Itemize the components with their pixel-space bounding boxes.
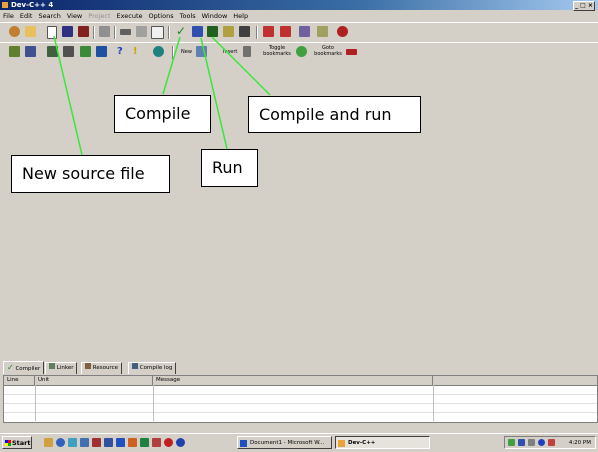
resource-icon (85, 363, 91, 369)
task-devcpp-label: Dev-C++ (348, 440, 376, 446)
compile-and-run-callout: Compile and run (248, 96, 421, 133)
tab-resource[interactable]: Resource (81, 362, 122, 374)
quicklaunch-ie-icon[interactable] (56, 438, 65, 447)
quicklaunch-player-icon[interactable] (176, 438, 185, 447)
compiler-check-icon: ✓ (7, 363, 14, 372)
tab-compiler-label: Compiler (15, 366, 41, 372)
compiler-output-grid[interactable]: Line Unit Message (3, 375, 598, 423)
compile-log-icon (132, 363, 138, 369)
compile-pointer (162, 36, 181, 95)
grid-row (4, 412, 597, 413)
compile-callout: Compile (114, 95, 211, 133)
clock[interactable]: 4:20 PM (569, 437, 591, 449)
new-source-file-callout: New source file (11, 155, 170, 193)
grid-divider (433, 385, 434, 421)
linker-icon (49, 363, 55, 369)
grid-row (4, 394, 597, 395)
word-icon (240, 440, 247, 447)
quicklaunch-powerpoint-icon[interactable] (128, 438, 137, 447)
tab-compiler[interactable]: ✓ Compiler (3, 361, 45, 374)
column-unit[interactable]: Unit (35, 376, 153, 385)
compile-and-run-pointer (211, 36, 271, 96)
new-source-file-pointer (53, 35, 83, 156)
quicklaunch-desktop-icon[interactable] (80, 438, 89, 447)
tray-antivirus-icon[interactable] (518, 439, 525, 446)
tab-resource-label: Resource (92, 365, 118, 371)
grid-divider (35, 385, 36, 421)
windows-flag-icon (5, 440, 11, 446)
tray-network-icon[interactable] (508, 439, 515, 446)
system-tray: 4:20 PM (504, 436, 596, 449)
grid-row (4, 403, 597, 404)
column-message[interactable]: Message (153, 376, 433, 385)
column-line[interactable]: Line (4, 376, 35, 385)
quicklaunch-access-icon[interactable] (152, 438, 161, 447)
grid-divider (153, 385, 154, 421)
task-devcpp[interactable]: Dev-C++ (335, 436, 430, 449)
quicklaunch-word-icon[interactable] (116, 438, 125, 447)
quicklaunch-excel-icon[interactable] (140, 438, 149, 447)
tray-app-icon[interactable] (548, 439, 555, 446)
tab-compile-log-label: Compile log (139, 365, 173, 371)
start-label: Start (12, 439, 31, 447)
quicklaunch-app1-icon[interactable] (92, 438, 101, 447)
tab-compile-log[interactable]: Compile log (128, 362, 177, 374)
grid-header: Line Unit Message (4, 376, 597, 386)
run-callout: Run (201, 149, 258, 187)
devcpp-icon (338, 440, 345, 447)
output-tabs: ✓ Compiler Linker Resource Compile log (0, 361, 598, 374)
quicklaunch-explorer-icon[interactable] (44, 438, 53, 447)
task-word-label: Document1 - Microsoft W... (250, 440, 325, 446)
quicklaunch-media-icon[interactable] (164, 438, 173, 447)
taskbar: Start Document1 - Microsoft W... Dev-C++… (0, 433, 598, 452)
tab-linker-label: Linker (56, 365, 74, 371)
quicklaunch-app2-icon[interactable] (104, 438, 113, 447)
task-word-document[interactable]: Document1 - Microsoft W... (237, 436, 332, 449)
start-button[interactable]: Start (2, 436, 32, 449)
tray-status-icon[interactable] (538, 439, 545, 446)
tab-linker[interactable]: Linker (45, 362, 78, 374)
tray-volume-icon[interactable] (528, 439, 535, 446)
quicklaunch-outlook-icon[interactable] (68, 438, 77, 447)
